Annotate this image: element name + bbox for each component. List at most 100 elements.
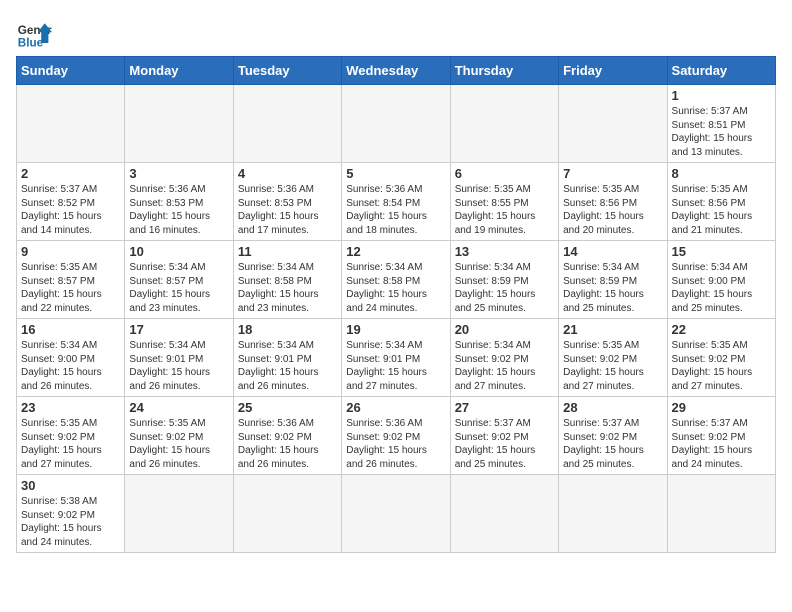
day-number: 6 <box>455 166 554 181</box>
calendar-cell <box>125 475 233 553</box>
day-number: 4 <box>238 166 337 181</box>
day-info: Sunrise: 5:37 AM Sunset: 8:52 PM Dayligh… <box>21 183 120 237</box>
day-info: Sunrise: 5:37 AM Sunset: 9:02 PM Dayligh… <box>672 417 771 471</box>
calendar-cell: 24 Sunrise: 5:35 AM Sunset: 9:02 PM Dayli… <box>125 397 233 475</box>
calendar-cell: 28 Sunrise: 5:37 AM Sunset: 9:02 PM Dayli… <box>559 397 667 475</box>
day-info: Sunrise: 5:35 AM Sunset: 9:02 PM Dayligh… <box>672 339 771 393</box>
day-number: 14 <box>563 244 662 259</box>
calendar-row: 30 Sunrise: 5:38 AM Sunset: 9:02 PM Dayli… <box>17 475 776 553</box>
calendar-cell: 5 Sunrise: 5:36 AM Sunset: 8:54 PM Daylig… <box>342 163 450 241</box>
day-info: Sunrise: 5:34 AM Sunset: 9:01 PM Dayligh… <box>238 339 337 393</box>
day-info: Sunrise: 5:36 AM Sunset: 9:02 PM Dayligh… <box>346 417 445 471</box>
calendar-cell: 23 Sunrise: 5:35 AM Sunset: 9:02 PM Dayli… <box>17 397 125 475</box>
calendar-cell: 26 Sunrise: 5:36 AM Sunset: 9:02 PM Dayli… <box>342 397 450 475</box>
day-info: Sunrise: 5:35 AM Sunset: 8:55 PM Dayligh… <box>455 183 554 237</box>
day-info: Sunrise: 5:35 AM Sunset: 9:02 PM Dayligh… <box>21 417 120 471</box>
day-number: 22 <box>672 322 771 337</box>
day-number: 24 <box>129 400 228 415</box>
day-number: 7 <box>563 166 662 181</box>
weekday-header-row: SundayMondayTuesdayWednesdayThursdayFrid… <box>17 57 776 85</box>
day-info: Sunrise: 5:34 AM Sunset: 9:02 PM Dayligh… <box>455 339 554 393</box>
day-info: Sunrise: 5:37 AM Sunset: 9:02 PM Dayligh… <box>455 417 554 471</box>
calendar-cell: 14Sunrise: 5:34 AM Sunset: 8:59 PM Dayli… <box>559 241 667 319</box>
day-number: 5 <box>346 166 445 181</box>
day-number: 28 <box>563 400 662 415</box>
day-number: 16 <box>21 322 120 337</box>
calendar-cell <box>342 85 450 163</box>
calendar-cell: 6 Sunrise: 5:35 AM Sunset: 8:55 PM Daylig… <box>450 163 558 241</box>
calendar-table: SundayMondayTuesdayWednesdayThursdayFrid… <box>16 56 776 553</box>
weekday-header-thursday: Thursday <box>450 57 558 85</box>
calendar-cell: 19Sunrise: 5:34 AM Sunset: 9:01 PM Dayli… <box>342 319 450 397</box>
calendar-cell: 7Sunrise: 5:35 AM Sunset: 8:56 PM Daylig… <box>559 163 667 241</box>
calendar-cell <box>233 85 341 163</box>
calendar-cell: 2 Sunrise: 5:37 AM Sunset: 8:52 PM Daylig… <box>17 163 125 241</box>
day-number: 20 <box>455 322 554 337</box>
calendar-cell: 11 Sunrise: 5:34 AM Sunset: 8:58 PM Dayli… <box>233 241 341 319</box>
calendar-row: 16Sunrise: 5:34 AM Sunset: 9:00 PM Dayli… <box>17 319 776 397</box>
calendar-cell: 3Sunrise: 5:36 AM Sunset: 8:53 PM Daylig… <box>125 163 233 241</box>
calendar-row: 23 Sunrise: 5:35 AM Sunset: 9:02 PM Dayli… <box>17 397 776 475</box>
calendar-cell <box>342 475 450 553</box>
day-info: Sunrise: 5:35 AM Sunset: 8:57 PM Dayligh… <box>21 261 120 315</box>
day-info: Sunrise: 5:34 AM Sunset: 8:58 PM Dayligh… <box>346 261 445 315</box>
svg-text:Blue: Blue <box>18 37 44 50</box>
calendar-cell <box>559 85 667 163</box>
calendar-cell <box>125 85 233 163</box>
day-number: 30 <box>21 478 120 493</box>
weekday-header-saturday: Saturday <box>667 57 775 85</box>
calendar-cell: 22 Sunrise: 5:35 AM Sunset: 9:02 PM Dayli… <box>667 319 775 397</box>
calendar-cell: 18Sunrise: 5:34 AM Sunset: 9:01 PM Dayli… <box>233 319 341 397</box>
day-number: 1 <box>672 88 771 103</box>
calendar-cell <box>233 475 341 553</box>
calendar-cell: 27 Sunrise: 5:37 AM Sunset: 9:02 PM Dayli… <box>450 397 558 475</box>
weekday-header-monday: Monday <box>125 57 233 85</box>
calendar-cell: 12 Sunrise: 5:34 AM Sunset: 8:58 PM Dayli… <box>342 241 450 319</box>
day-info: Sunrise: 5:34 AM Sunset: 9:01 PM Dayligh… <box>129 339 228 393</box>
calendar-cell: 4 Sunrise: 5:36 AM Sunset: 8:53 PM Daylig… <box>233 163 341 241</box>
day-number: 21 <box>563 322 662 337</box>
day-info: Sunrise: 5:38 AM Sunset: 9:02 PM Dayligh… <box>21 495 120 549</box>
logo: General Blue <box>16 16 52 52</box>
header: General Blue <box>16 16 776 52</box>
calendar-cell <box>17 85 125 163</box>
day-info: Sunrise: 5:37 AM Sunset: 8:51 PM Dayligh… <box>672 105 771 159</box>
day-number: 19 <box>346 322 445 337</box>
calendar-cell <box>559 475 667 553</box>
calendar-cell: 21 Sunrise: 5:35 AM Sunset: 9:02 PM Dayli… <box>559 319 667 397</box>
day-number: 12 <box>346 244 445 259</box>
day-number: 27 <box>455 400 554 415</box>
calendar-cell: 16Sunrise: 5:34 AM Sunset: 9:00 PM Dayli… <box>17 319 125 397</box>
day-info: Sunrise: 5:35 AM Sunset: 8:56 PM Dayligh… <box>672 183 771 237</box>
generalblue-logo-icon: General Blue <box>16 16 52 52</box>
day-number: 2 <box>21 166 120 181</box>
calendar-cell <box>450 85 558 163</box>
day-info: Sunrise: 5:34 AM Sunset: 8:58 PM Dayligh… <box>238 261 337 315</box>
calendar-cell: 17Sunrise: 5:34 AM Sunset: 9:01 PM Dayli… <box>125 319 233 397</box>
calendar-cell: 9Sunrise: 5:35 AM Sunset: 8:57 PM Daylig… <box>17 241 125 319</box>
day-info: Sunrise: 5:36 AM Sunset: 8:53 PM Dayligh… <box>238 183 337 237</box>
calendar-row: 1 Sunrise: 5:37 AM Sunset: 8:51 PM Daylig… <box>17 85 776 163</box>
weekday-header-tuesday: Tuesday <box>233 57 341 85</box>
calendar-cell: 1 Sunrise: 5:37 AM Sunset: 8:51 PM Daylig… <box>667 85 775 163</box>
day-info: Sunrise: 5:37 AM Sunset: 9:02 PM Dayligh… <box>563 417 662 471</box>
weekday-header-sunday: Sunday <box>17 57 125 85</box>
day-number: 3 <box>129 166 228 181</box>
day-number: 8 <box>672 166 771 181</box>
day-number: 26 <box>346 400 445 415</box>
day-number: 25 <box>238 400 337 415</box>
calendar-cell: 10Sunrise: 5:34 AM Sunset: 8:57 PM Dayli… <box>125 241 233 319</box>
day-info: Sunrise: 5:35 AM Sunset: 9:02 PM Dayligh… <box>563 339 662 393</box>
day-number: 10 <box>129 244 228 259</box>
calendar-cell <box>667 475 775 553</box>
calendar-cell: 13Sunrise: 5:34 AM Sunset: 8:59 PM Dayli… <box>450 241 558 319</box>
weekday-header-wednesday: Wednesday <box>342 57 450 85</box>
day-info: Sunrise: 5:36 AM Sunset: 8:54 PM Dayligh… <box>346 183 445 237</box>
calendar-cell: 25Sunrise: 5:36 AM Sunset: 9:02 PM Dayli… <box>233 397 341 475</box>
day-number: 11 <box>238 244 337 259</box>
calendar-cell: 8 Sunrise: 5:35 AM Sunset: 8:56 PM Daylig… <box>667 163 775 241</box>
calendar-cell: 20 Sunrise: 5:34 AM Sunset: 9:02 PM Dayli… <box>450 319 558 397</box>
day-number: 23 <box>21 400 120 415</box>
day-info: Sunrise: 5:34 AM Sunset: 9:00 PM Dayligh… <box>672 261 771 315</box>
day-info: Sunrise: 5:35 AM Sunset: 9:02 PM Dayligh… <box>129 417 228 471</box>
